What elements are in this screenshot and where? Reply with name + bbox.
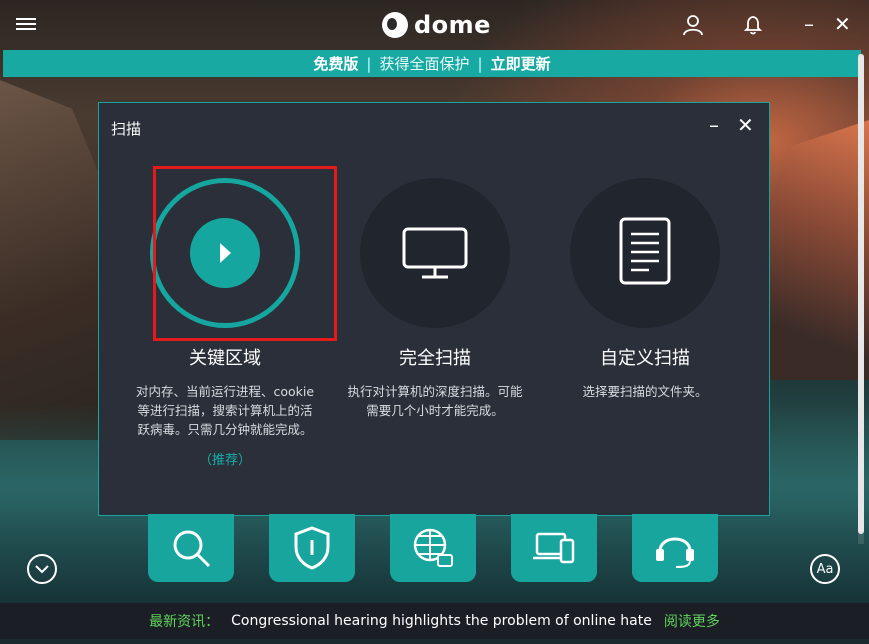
title-bar: dome – ✕ [0,0,869,50]
notification-bell-icon[interactable] [738,10,768,40]
devices-icon[interactable] [511,514,597,582]
logo-mark-icon [382,12,408,38]
logo-text: dome [414,11,491,39]
news-ticker: 最新资讯： Congressional hearing highlights t… [0,603,869,639]
promo-bar: 免费版 | 获得全面保护 | 立即更新 [3,50,861,77]
scrollbar-thumb[interactable] [858,54,864,534]
chevron-down-icon[interactable] [27,554,57,584]
news-label: 最新资讯： [149,614,220,630]
option-title: 关键区域 [189,348,261,369]
search-icon[interactable] [148,514,234,582]
promo-separator-2: | [477,54,483,73]
promo-free-label: 免费版 [313,55,359,73]
highlight-box [153,166,337,341]
scan-option-full-scan[interactable]: 完全扫描 执行对计算机的深度扫描。可能需要几个小时才能完成。 [335,178,535,420]
dialog-minimize-button[interactable]: – [709,113,719,137]
read-more-link[interactable]: 阅读更多 [664,611,720,631]
dialog-close-button[interactable]: ✕ [737,113,754,137]
promo-separator-1: | [366,54,372,73]
font-size-button[interactable]: Aa [810,554,840,584]
promo-text: 获得全面保护 [379,55,470,73]
option-description: 对内存、当前运行进程、cookie 等进行扫描，搜索计算机上的活跃病毒。只需几分… [135,384,315,437]
globe-lock-icon[interactable] [390,514,476,582]
scrollbar[interactable] [858,54,864,544]
user-account-icon[interactable] [678,10,708,40]
window-minimize-button[interactable]: – [804,14,814,34]
feature-bar [148,514,728,584]
shield-icon[interactable] [269,514,355,582]
app-window: dome – ✕ 免费版 | 获得全面保护 | 立即更新 扫描 – ✕ 关键区域… [0,0,869,644]
window-close-button[interactable]: ✕ [834,14,851,34]
recommended-label: （推荐） [198,453,251,468]
upgrade-now-link[interactable]: 立即更新 [491,53,551,74]
support-icon[interactable] [632,514,718,582]
document-icon [619,217,671,285]
dialog-title: 扫描 [111,120,142,138]
monitor-icon [402,227,468,279]
news-headline[interactable]: Congressional hearing highlights the pro… [231,613,652,629]
app-logo: dome [382,10,491,40]
option-description: 选择要扫描的文件夹。 [582,384,708,399]
option-title: 自定义扫描 [600,348,690,369]
scan-dialog: 扫描 – ✕ 关键区域 对内存、当前运行进程、cookie 等进行扫描，搜索计算… [98,102,770,516]
option-description: 执行对计算机的深度扫描。可能需要几个小时才能完成。 [347,384,523,418]
background-mountain-right [759,120,869,380]
document-circle[interactable] [570,178,720,328]
option-title: 完全扫描 [399,348,471,369]
monitor-circle[interactable] [360,178,510,328]
scan-option-custom-scan[interactable]: 自定义扫描 选择要扫描的文件夹。 [545,178,745,401]
hamburger-menu-icon[interactable] [16,15,36,35]
